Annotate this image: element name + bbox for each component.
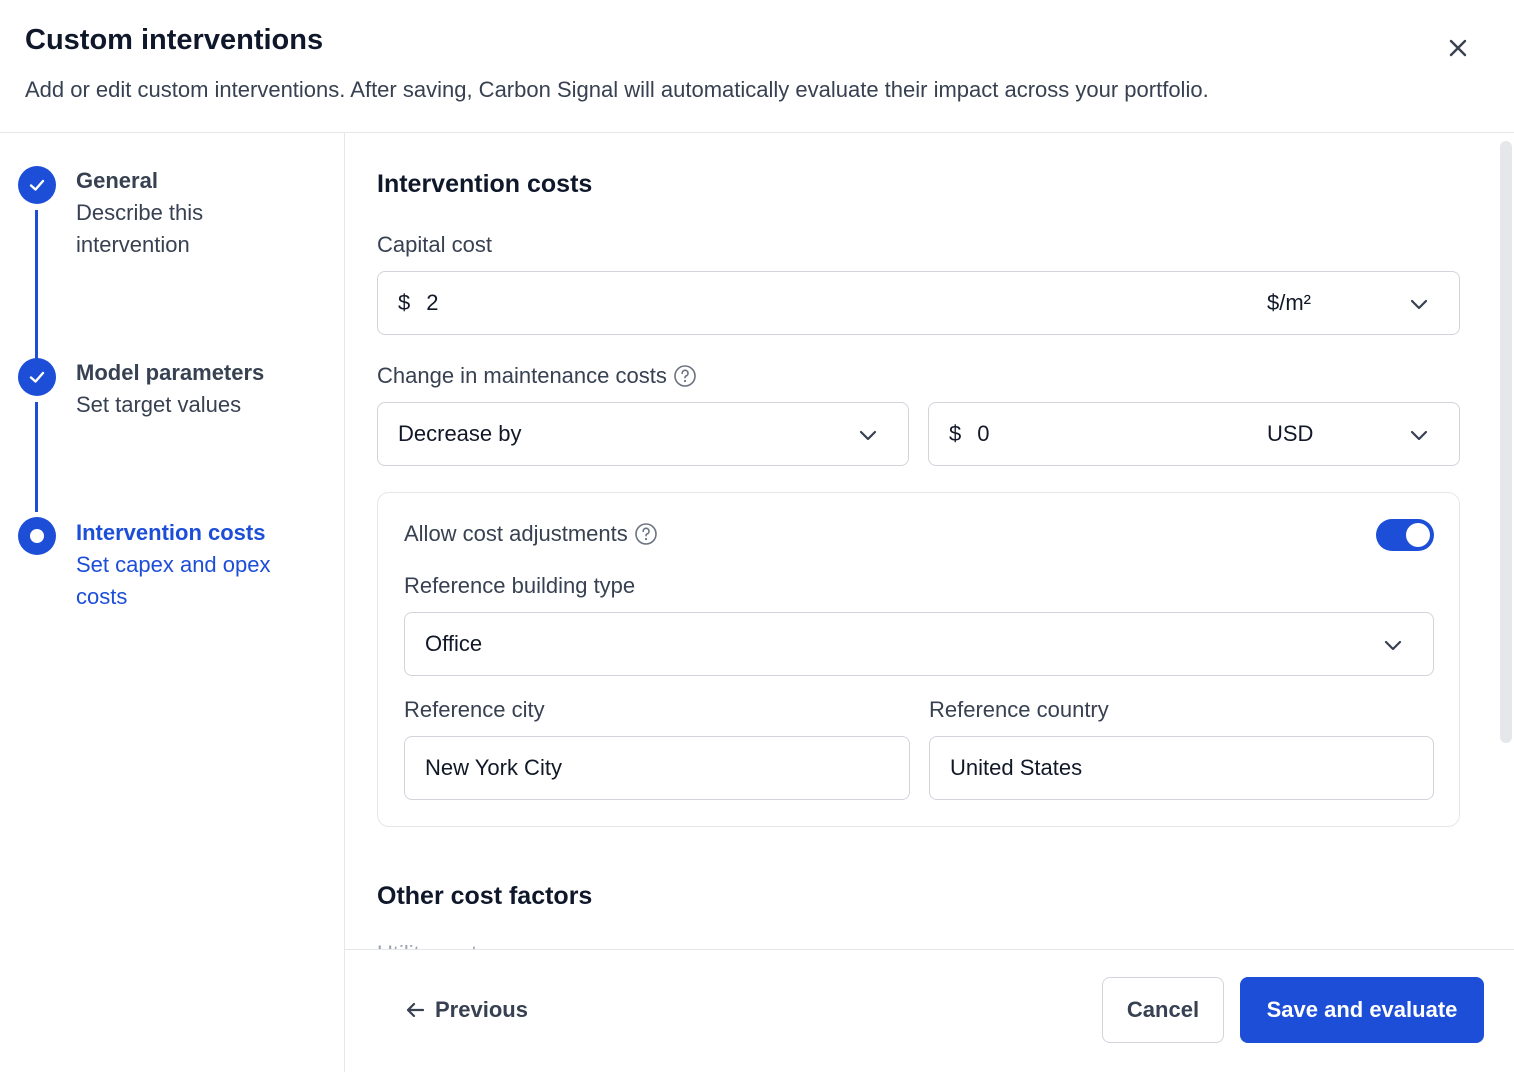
allow-adjustments-label-text: Allow cost adjustments <box>404 521 628 546</box>
step-title: General <box>76 168 158 193</box>
reference-city-input[interactable]: New York City <box>404 736 910 800</box>
step-current-indicator <box>18 517 56 555</box>
chevron-down-icon <box>859 430 877 441</box>
maintenance-cost-label: Change in maintenance costs <box>377 363 697 389</box>
maintenance-amount-input[interactable]: $ 0 USD <box>928 402 1460 466</box>
reference-city-label: Reference city <box>404 697 545 722</box>
help-icon[interactable] <box>634 522 658 546</box>
other-costs-title: Other cost factors <box>377 882 593 910</box>
allow-adjustments-toggle[interactable] <box>1376 519 1434 551</box>
chevron-down-icon <box>1384 640 1402 651</box>
step-description: Set capex and opex costs <box>76 552 271 609</box>
utility-costs-label: Utility costs <box>377 941 488 949</box>
allow-adjustments-label: Allow cost adjustments <box>404 521 658 547</box>
step-complete-check <box>18 358 56 396</box>
check-icon <box>29 371 45 383</box>
capital-cost-label: Capital cost <box>377 232 492 257</box>
capital-cost-input[interactable]: $ 2 $/m² <box>377 271 1460 335</box>
step-connector <box>35 402 38 512</box>
reference-city-value: New York City <box>425 755 562 780</box>
maintenance-cost-label-text: Change in maintenance costs <box>377 363 667 388</box>
building-type-label: Reference building type <box>404 573 636 598</box>
form-content: Intervention costs Capital cost $ 2 $/m²… <box>345 133 1514 949</box>
custom-interventions-modal: Custom interventions Add or edit custom … <box>0 0 1514 1072</box>
maintenance-unit-select[interactable]: USD <box>1267 421 1313 447</box>
building-type-value: Office <box>425 631 483 656</box>
section-title: Intervention costs <box>377 170 593 198</box>
check-icon <box>29 179 45 191</box>
content-scrollbar[interactable] <box>1500 141 1512 743</box>
chevron-down-icon[interactable] <box>1407 423 1431 447</box>
close-button[interactable] <box>1440 30 1476 66</box>
chevron-down-icon[interactable] <box>1407 292 1431 316</box>
current-dot-icon <box>30 529 44 543</box>
save-and-evaluate-button[interactable]: Save and evaluate <box>1240 977 1484 1043</box>
cancel-button[interactable]: Cancel <box>1102 977 1224 1043</box>
step-title: Model parameters <box>76 360 265 385</box>
maintenance-direction-select[interactable]: Decrease by <box>377 402 909 466</box>
stepper-sidebar: General Describe this intervention Model… <box>0 133 345 1072</box>
maintenance-direction-value: Decrease by <box>398 421 522 446</box>
building-type-select[interactable]: Office <box>404 612 1434 676</box>
currency-prefix: $ <box>398 290 411 315</box>
reference-country-label: Reference country <box>929 697 1109 722</box>
step-description: Describe this intervention <box>76 200 204 257</box>
modal-subtitle: Add or edit custom interventions. After … <box>25 77 1209 102</box>
step-complete-check <box>18 166 56 204</box>
modal-header: Custom interventions Add or edit custom … <box>0 0 1514 133</box>
previous-button-label: Previous <box>435 997 528 1022</box>
step-title: Intervention costs <box>76 520 266 545</box>
currency-prefix: $ <box>949 421 962 446</box>
capital-cost-unit-select[interactable]: $/m² <box>1267 290 1311 316</box>
modal-title: Custom interventions <box>25 24 324 56</box>
reference-country-value: United States <box>950 755 1083 780</box>
capital-cost-value: 2 <box>426 290 439 315</box>
step-description: Set target values <box>76 392 242 417</box>
close-icon <box>1449 39 1467 57</box>
modal-footer: Previous Cancel Save and evaluate <box>345 949 1514 1072</box>
cost-adjustments-panel: Allow cost adjustments Reference buildin… <box>377 492 1460 827</box>
previous-button[interactable]: Previous <box>403 992 528 1028</box>
help-icon[interactable] <box>673 364 697 388</box>
reference-country-input[interactable]: United States <box>929 736 1434 800</box>
arrow-left-icon <box>406 1002 425 1018</box>
maintenance-amount-value: 0 <box>977 421 990 446</box>
toggle-knob <box>1406 523 1430 547</box>
